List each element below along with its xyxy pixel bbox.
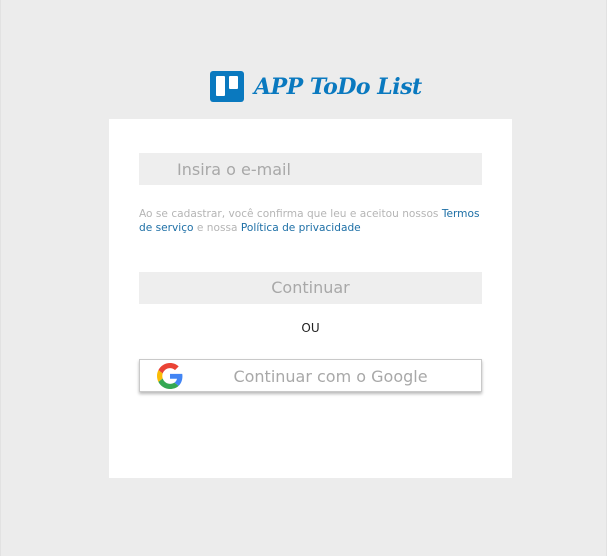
app-title: APP ToDo List — [254, 73, 422, 100]
terms-middle-text: e nossa — [196, 222, 238, 234]
brand-header: APP ToDo List — [210, 71, 422, 102]
terms-notice: Ao se cadastrar, você confirma que leu e… — [139, 207, 485, 235]
or-divider: OU — [301, 321, 320, 335]
continue-button[interactable]: Continuar — [139, 272, 482, 304]
email-input[interactable] — [139, 153, 482, 185]
google-signin-button[interactable]: Continuar com o Google — [139, 359, 482, 392]
trello-board-icon — [210, 71, 244, 102]
google-button-label: Continuar com o Google — [233, 367, 428, 386]
terms-prefix-text: Ao se cadastrar, você confirma que leu e… — [139, 208, 439, 220]
privacy-policy-link[interactable]: Política de privacidade — [241, 222, 361, 234]
login-card: Ao se cadastrar, você confirma que leu e… — [109, 119, 512, 478]
